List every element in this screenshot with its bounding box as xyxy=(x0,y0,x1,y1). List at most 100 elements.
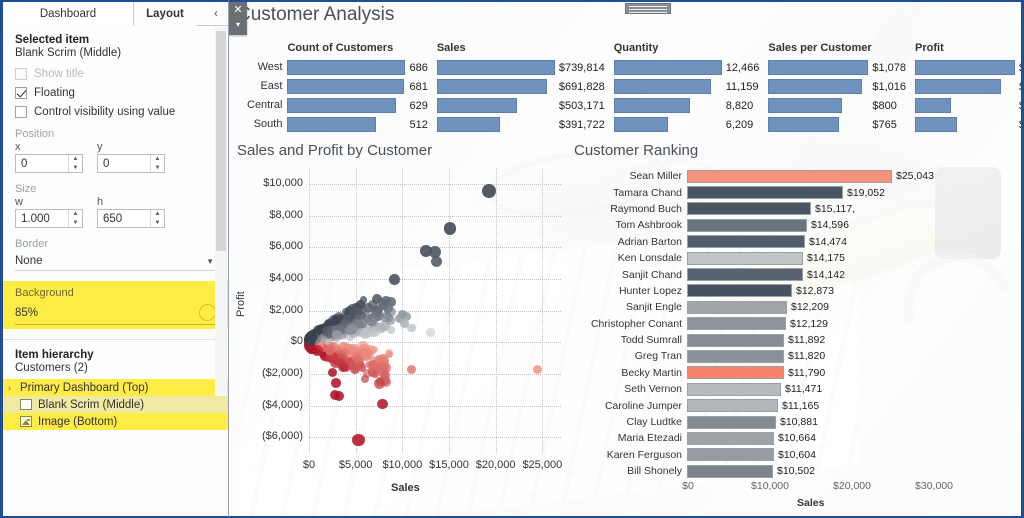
kpi-bar-row[interactable]: 8,820 xyxy=(613,96,760,115)
hierarchy-item-image[interactable]: Image (Bottom) xyxy=(3,413,228,430)
table-row[interactable]: Becky Martin $11,790 xyxy=(569,365,1021,381)
kpi-bar[interactable] xyxy=(915,98,952,113)
scatter-point[interactable] xyxy=(358,319,367,328)
kpi-bar[interactable] xyxy=(287,79,405,94)
size-w-down-icon[interactable]: ▼ xyxy=(69,219,82,228)
scatter-point[interactable] xyxy=(359,327,372,340)
ranking-bar[interactable] xyxy=(687,251,803,265)
kpi-bar[interactable] xyxy=(613,60,722,75)
collapse-panel-icon[interactable]: ‹ xyxy=(209,5,223,21)
ranking-bar[interactable] xyxy=(687,218,807,232)
close-icon[interactable]: ✕ xyxy=(229,2,247,19)
scatter-point[interactable] xyxy=(407,364,417,374)
ranking-bar[interactable] xyxy=(687,382,781,396)
table-row[interactable]: Ken Lonsdale $14,175 xyxy=(569,250,1021,266)
kpi-bar[interactable] xyxy=(915,60,1016,75)
table-row[interactable]: Christopher Conant $12,129 xyxy=(569,316,1021,332)
table-row[interactable]: Seth Vernon $11,471 xyxy=(569,381,1021,397)
kpi-bar[interactable] xyxy=(768,117,840,132)
kpi-bar[interactable] xyxy=(287,117,377,132)
table-row[interactable]: Sanjit Engle $12,209 xyxy=(569,299,1021,315)
size-h-down-icon[interactable]: ▼ xyxy=(151,219,164,228)
table-row[interactable]: Bill Shonely $10,502 xyxy=(569,463,1021,479)
position-y-up-icon[interactable]: ▲ xyxy=(151,155,164,164)
table-row[interactable]: Maria Etezadi $10,664 xyxy=(569,430,1021,446)
kpi-bar[interactable] xyxy=(915,79,1002,94)
scatter-point[interactable] xyxy=(325,345,335,355)
kpi-bar-row[interactable]: $691,828 xyxy=(436,77,605,96)
position-x-stepper[interactable]: ▲▼ xyxy=(15,154,83,173)
ranking-bar[interactable] xyxy=(687,333,784,347)
scatter-point[interactable] xyxy=(331,378,341,389)
scatter-point[interactable] xyxy=(338,361,349,373)
scatter-plot-area[interactable]: $10,000 $8,000 $6,000 $4,000 $2,000 $0 ($2,000… xyxy=(262,168,562,471)
scatter-point[interactable] xyxy=(321,326,333,337)
kpi-bar[interactable] xyxy=(436,79,547,94)
scatter-point[interactable] xyxy=(443,221,457,235)
kpi-bar-row[interactable]: $765 xyxy=(768,115,906,134)
tab-layout[interactable]: Layout xyxy=(134,2,196,26)
kpi-bar[interactable] xyxy=(436,117,500,132)
scatter-point[interactable] xyxy=(373,377,385,389)
table-row[interactable]: Sean Miller $25,043 xyxy=(569,168,1021,184)
ranking-bar[interactable] xyxy=(687,366,784,380)
drag-handle[interactable] xyxy=(625,3,671,14)
kpi-bar-row[interactable]: $503,171 xyxy=(436,96,605,115)
scatter-point[interactable] xyxy=(389,274,400,285)
ranking-bar[interactable] xyxy=(687,349,784,363)
kpi-bar[interactable] xyxy=(613,98,690,113)
scatter-point[interactable] xyxy=(359,347,370,359)
scatter-point[interactable] xyxy=(430,255,443,268)
ranking-bar[interactable] xyxy=(687,284,792,298)
scatter-point[interactable] xyxy=(378,361,386,369)
scatter-point[interactable] xyxy=(333,390,344,402)
floating-checkbox[interactable] xyxy=(15,87,27,99)
position-x-spin-buttons[interactable]: ▲ ▼ xyxy=(68,155,82,172)
scatter-point[interactable] xyxy=(380,313,390,323)
kpi-bar[interactable] xyxy=(436,98,517,113)
kpi-bar-row[interactable]: $739,814 xyxy=(436,58,605,77)
kpi-bar-row[interactable]: $391,722 xyxy=(436,115,605,134)
scatter-point[interactable] xyxy=(407,323,416,333)
table-row[interactable]: Karen Ferguson $10,604 xyxy=(569,447,1021,463)
kpi-bar[interactable] xyxy=(613,117,668,132)
kpi-bar[interactable] xyxy=(768,79,863,94)
kpi-bar-row[interactable]: $110,799 xyxy=(915,58,1021,77)
kpi-bar-row[interactable]: 629 xyxy=(287,96,428,115)
kpi-bar[interactable] xyxy=(613,79,711,94)
position-y-down-icon[interactable]: ▼ xyxy=(151,164,164,173)
kpi-bar[interactable] xyxy=(768,60,869,75)
scatter-point[interactable] xyxy=(345,324,356,335)
kpi-bar-row[interactable]: 686 xyxy=(287,58,428,77)
dashboard-item-controls[interactable]: ✕ ▾ xyxy=(229,2,247,35)
position-x-down-icon[interactable]: ▼ xyxy=(69,164,82,173)
table-row[interactable]: Hunter Lopez $12,873 xyxy=(569,283,1021,299)
ranking-bar[interactable] xyxy=(687,464,773,478)
size-h-spin-buttons[interactable]: ▲ ▼ xyxy=(150,210,164,227)
kpi-bar-row[interactable]: 11,159 xyxy=(613,77,760,96)
ranking-bar[interactable] xyxy=(687,415,776,429)
size-h-input[interactable] xyxy=(98,210,150,227)
kpi-bar-row[interactable]: 6,209 xyxy=(613,115,760,134)
scatter-point[interactable] xyxy=(377,398,389,410)
scatter-point[interactable] xyxy=(379,301,389,310)
hierarchy-item-primary-dashboard[interactable]: › Primary Dashboard (Top) xyxy=(3,2,1024,518)
table-row[interactable]: Tamara Chand $19,052 xyxy=(569,184,1021,200)
size-w-spin-buttons[interactable]: ▲ ▼ xyxy=(68,210,82,227)
kpi-bar-row[interactable]: 12,466 xyxy=(613,58,759,77)
size-h-stepper[interactable]: ▲▼ xyxy=(97,209,165,228)
table-row[interactable]: Greg Tran $11,820 xyxy=(569,348,1021,364)
floating-option[interactable]: Floating xyxy=(15,87,216,99)
kpi-bar-row[interactable]: 681 xyxy=(287,77,428,96)
chevron-down-icon[interactable]: ▾ xyxy=(229,19,247,33)
position-y-input[interactable] xyxy=(98,155,150,172)
position-x-input[interactable] xyxy=(16,155,68,172)
show-title-checkbox[interactable] xyxy=(15,68,27,80)
scatter-point[interactable] xyxy=(369,326,381,338)
expand-chevron-right-icon[interactable]: › xyxy=(8,383,11,393)
scatter-point[interactable] xyxy=(327,367,337,377)
table-row[interactable]: Sanjit Chand $14,142 xyxy=(569,266,1021,282)
hierarchy-item-blank-scrim[interactable]: Blank Scrim (Middle) xyxy=(3,396,228,413)
position-x-up-icon[interactable]: ▲ xyxy=(69,155,82,164)
ranking-bar[interactable] xyxy=(687,202,811,216)
